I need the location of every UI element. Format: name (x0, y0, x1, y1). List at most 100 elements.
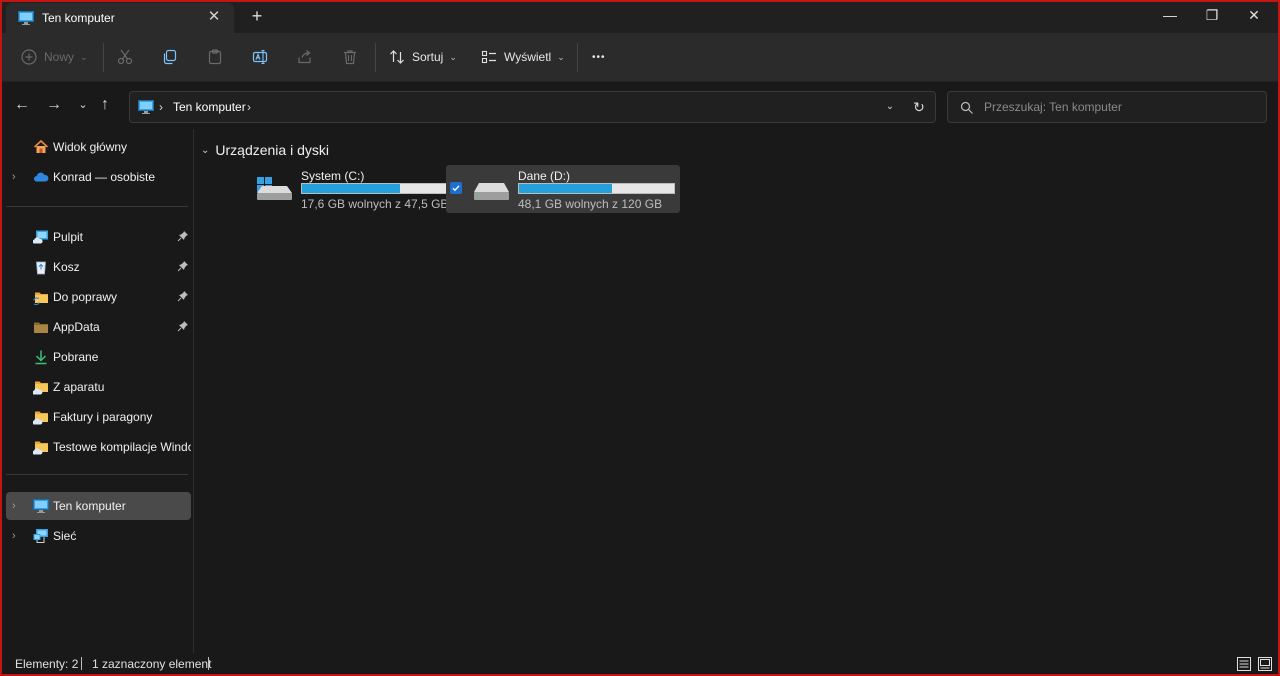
chevron-right-icon[interactable]: › (12, 170, 22, 184)
desktop-folder-icon (33, 230, 48, 244)
group-header-devices[interactable]: ⌄ Urządzenia i dyski (201, 142, 329, 158)
item-count: Elementy: 2 (15, 657, 79, 671)
folder-icon (33, 411, 48, 425)
chevron-down-icon: ⌄ (80, 51, 88, 62)
pin-icon[interactable] (177, 320, 189, 332)
tab-ten-komputer[interactable]: Ten komputer ✕ (6, 3, 234, 33)
drive-free-space: 48,1 GB wolnych z 120 GB (518, 197, 663, 211)
scissors-icon (117, 49, 133, 65)
pin-icon[interactable] (177, 290, 189, 302)
content-pane: ⌄ Urządzenia i dyski System (C:) 17,6 GB… (195, 129, 1280, 653)
more-options-button[interactable]: ••• (592, 47, 606, 67)
chevron-down-icon: ⌄ (557, 51, 565, 62)
sidebar-item-testowe-kompilacje-windows[interactable]: Testowe kompilacje Windows (6, 433, 191, 461)
chevron-right-icon[interactable]: › (12, 529, 22, 543)
forward-arrow-icon[interactable]: → (44, 95, 64, 115)
sidebar-item-do-poprawy[interactable]: Do poprawy (6, 283, 191, 311)
recent-locations-chevron-icon[interactable]: ⌄ (73, 95, 93, 115)
new-tab-button[interactable]: + (248, 6, 266, 26)
close-button[interactable]: ✕ (1244, 5, 1264, 25)
copy-button[interactable] (161, 47, 185, 67)
sidebar-item-pulpit[interactable]: Pulpit (6, 223, 191, 251)
title-bar: Ten komputer ✕ + — ❐ ✕ (0, 0, 1280, 33)
navigation-pane: Widok główny › Konrad — osobiste Pulpit … (0, 129, 194, 653)
sidebar-item-siec[interactable]: › Sieć (6, 522, 191, 550)
sidebar-item-label: Pobrane (53, 350, 99, 364)
toolbar-divider (103, 43, 104, 72)
plus-circle-icon (21, 49, 37, 65)
sort-button-label: Sortuj (412, 50, 444, 64)
sidebar-item-label: Faktury i paragony (53, 410, 153, 424)
tiles-view-icon[interactable] (1257, 656, 1273, 672)
folder-icon (33, 292, 48, 305)
up-arrow-icon[interactable]: ↑ (95, 95, 115, 115)
selection-count: 1 zaznaczony element (92, 657, 212, 671)
clipboard-icon (208, 49, 222, 65)
drive-name: Dane (D:) (518, 169, 571, 183)
sidebar-item-label: Do poprawy (53, 290, 118, 304)
sidebar-item-label: Konrad — osobiste (53, 170, 156, 184)
breadcrumb-ten-komputer[interactable]: Ten komputer (173, 100, 246, 114)
checkbox-checked-icon[interactable] (450, 182, 462, 194)
delete-button[interactable] (341, 47, 365, 67)
breadcrumb-separator-icon[interactable]: › (159, 100, 163, 114)
group-title: Urządzenia i dyski (215, 142, 329, 158)
search-input[interactable] (984, 98, 1254, 116)
search-box[interactable] (947, 91, 1267, 123)
restore-button[interactable]: ❐ (1202, 5, 1222, 25)
sidebar-item-pobrane[interactable]: Pobrane (6, 343, 191, 371)
sidebar-divider (6, 474, 188, 475)
sidebar-item-label: AppData (53, 320, 100, 334)
sidebar-item-appdata[interactable]: AppData (6, 313, 191, 341)
chevron-down-icon[interactable]: ⌄ (201, 145, 209, 156)
sidebar-item-label: Testowe kompilacje Windows (53, 440, 191, 454)
drive-name: System (C:) (301, 169, 365, 183)
sidebar-divider (6, 206, 188, 207)
sidebar-item-label: Kosz (53, 260, 80, 274)
address-row: ← → ⌄ ↑ › Ten komputer › ⌄ ↻ (0, 82, 1280, 129)
sidebar-item-z-aparatu[interactable]: Z aparatu (6, 373, 191, 401)
hard-drive-icon (474, 183, 509, 200)
tab-close-icon[interactable]: ✕ (206, 9, 222, 25)
details-view-icon[interactable] (1236, 656, 1252, 672)
sidebar-item-onedrive[interactable]: › Konrad — osobiste (6, 163, 191, 191)
drive-usage-fill (519, 184, 612, 193)
back-arrow-icon[interactable]: ← (12, 95, 32, 115)
sidebar-item-kosz[interactable]: Kosz (6, 253, 191, 281)
status-separator (208, 657, 209, 670)
chevron-right-icon[interactable]: › (12, 499, 22, 513)
view-list-icon (481, 50, 496, 64)
sidebar-item-label: Z aparatu (53, 380, 105, 394)
rename-button[interactable] (251, 47, 275, 67)
sidebar-item-faktury-i-paragony[interactable]: Faktury i paragony (6, 403, 191, 431)
toolbar-divider (375, 43, 376, 72)
sidebar-item-home[interactable]: Widok główny (6, 133, 191, 161)
command-bar: Nowy ⌄ Sortuj ⌄ Wyświetl ⌄ ••• (0, 33, 1280, 82)
folder-icon (33, 441, 48, 455)
share-button[interactable] (296, 47, 320, 67)
folder-icon (33, 381, 48, 395)
minimize-button[interactable]: — (1160, 5, 1180, 25)
address-bar[interactable]: › Ten komputer › ⌄ ↻ (129, 91, 936, 123)
view-button[interactable]: Wyświetl ⌄ (480, 47, 565, 67)
new-button[interactable]: Nowy ⌄ (20, 47, 88, 67)
address-history-chevron-icon[interactable]: ⌄ (882, 99, 898, 115)
trash-icon (344, 50, 356, 65)
pin-icon[interactable] (177, 230, 189, 242)
status-bar: Elementy: 2 1 zaznaczony element (0, 653, 1280, 676)
share-icon (298, 50, 311, 64)
refresh-icon[interactable]: ↻ (910, 98, 928, 116)
paste-button[interactable] (206, 47, 230, 67)
sidebar-item-ten-komputer[interactable]: › Ten komputer (6, 492, 191, 520)
drive-tile[interactable]: System (C:) 17,6 GB wolnych z 47,5 GB (229, 165, 463, 213)
sidebar-item-label: Sieć (53, 529, 77, 543)
cut-button[interactable] (116, 47, 140, 67)
search-icon (960, 101, 973, 114)
onedrive-icon (33, 172, 49, 182)
drive-usage-bar (301, 183, 458, 194)
breadcrumb-separator-icon[interactable]: › (247, 100, 251, 114)
sort-button[interactable]: Sortuj ⌄ (388, 47, 457, 67)
drive-tile[interactable]: Dane (D:) 48,1 GB wolnych z 120 GB (446, 165, 680, 213)
pin-icon[interactable] (177, 260, 189, 272)
sort-icon (390, 50, 404, 64)
